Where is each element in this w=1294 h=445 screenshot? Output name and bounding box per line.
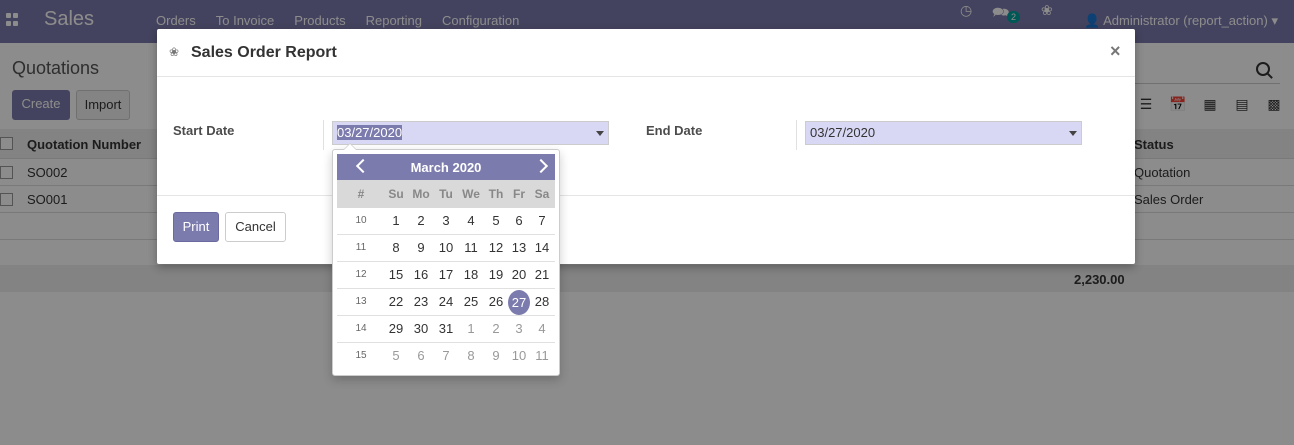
calendar-day[interactable]: 30 [410, 321, 432, 336]
weekday-label: Sa [534, 187, 550, 201]
week-number: 15 [355, 350, 367, 361]
datepicker-popup: March 2020 # Su Mo Tu We Th Fr Sa 10 1 2 3 4… [332, 143, 560, 376]
calendar-day[interactable]: 25 [460, 294, 482, 309]
calendar-day[interactable]: 23 [410, 294, 432, 309]
calendar-day[interactable]: 9 [485, 348, 507, 363]
end-date-label: End Date [646, 123, 703, 138]
calendar-day[interactable]: 11 [531, 348, 553, 363]
calendar-day[interactable]: 31 [435, 321, 457, 336]
calendar-day[interactable]: 3 [435, 213, 457, 228]
calendar-day[interactable]: 26 [485, 294, 507, 309]
dialog-title: Sales Order Report [191, 44, 337, 61]
start-date-value: 03/27/2020 [337, 125, 403, 140]
calendar-day[interactable]: 17 [435, 267, 457, 282]
start-date-label: Start Date [173, 123, 235, 138]
calendar-day[interactable]: 5 [385, 348, 407, 363]
caret-down-icon [1069, 131, 1077, 136]
caret-down-icon [596, 131, 604, 136]
calendar-day[interactable]: 24 [435, 294, 457, 309]
calendar-day-selected[interactable]: 27 [508, 290, 530, 315]
week-number: 12 [355, 269, 367, 280]
week-number: 11 [355, 242, 367, 253]
close-icon[interactable]: × [1110, 41, 1121, 62]
calendar-day[interactable]: 11 [460, 240, 482, 255]
chevron-left-icon[interactable] [355, 159, 369, 173]
weekday-header: # Su Mo Tu We Th Fr Sa [337, 180, 555, 208]
calendar-week-row: 13 22 23 24 25 26 27 28 [337, 289, 555, 316]
end-date-input[interactable]: 03/27/2020 [805, 121, 1082, 145]
debug-bug-icon: ❀ [169, 45, 180, 59]
calendar-day[interactable]: 22 [385, 294, 407, 309]
calendar-day[interactable]: 3 [508, 321, 530, 336]
popup-pointer [343, 143, 357, 150]
calendar-week-row: 15 5 6 7 8 9 10 11 [337, 343, 555, 370]
calendar-day[interactable]: 9 [410, 240, 432, 255]
weekday-label: Tu [439, 187, 453, 201]
calendar-day[interactable]: 1 [385, 213, 407, 228]
calendar-day[interactable]: 18 [460, 267, 482, 282]
weekday-label: Su [388, 187, 404, 201]
calendar-day[interactable]: 15 [385, 267, 407, 282]
calendar-day[interactable]: 7 [435, 348, 457, 363]
dialog-header: ❀ Sales Order Report × [157, 29, 1135, 77]
calendar-day[interactable]: 10 [435, 240, 457, 255]
calendar-day[interactable]: 1 [460, 321, 482, 336]
calendar-day[interactable]: 28 [531, 294, 553, 309]
calendar-day[interactable]: 16 [410, 267, 432, 282]
dialog-footer: Print Cancel [157, 195, 1135, 264]
calendar-day[interactable]: 20 [508, 267, 530, 282]
calendar-day[interactable]: 6 [410, 348, 432, 363]
weekday-label: Mo [412, 187, 430, 201]
chevron-right-icon[interactable] [535, 159, 549, 173]
cancel-button[interactable]: Cancel [225, 212, 286, 242]
end-date-value: 03/27/2020 [810, 125, 876, 140]
field-divider [796, 120, 797, 150]
datepicker-header: March 2020 [337, 154, 555, 180]
calendar-day[interactable]: 4 [531, 321, 553, 336]
weekday-label: We [462, 187, 480, 201]
week-number: 13 [355, 296, 367, 307]
week-number: 14 [355, 323, 367, 334]
calendar-day[interactable]: 8 [460, 348, 482, 363]
calendar-day[interactable]: 7 [531, 213, 553, 228]
calendar-week-row: 11 8 9 10 11 12 13 14 [337, 235, 555, 262]
calendar-day[interactable]: 14 [531, 240, 553, 255]
weekday-label: Th [488, 187, 504, 201]
calendar-week-row: 14 29 30 31 1 2 3 4 [337, 316, 555, 343]
calendar-day[interactable]: 12 [485, 240, 507, 255]
calendar-day[interactable]: 6 [508, 213, 530, 228]
month-year-switch[interactable]: March 2020 [337, 160, 555, 175]
calendar-day[interactable]: 29 [385, 321, 407, 336]
week-number: 10 [355, 215, 367, 226]
calendar-day[interactable]: 19 [485, 267, 507, 282]
report-dialog: ❀ Sales Order Report × Start Date 03/27/… [157, 29, 1135, 264]
calendar-week-row: 12 15 16 17 18 19 20 21 [337, 262, 555, 289]
start-date-input[interactable]: 03/27/2020 [332, 121, 609, 145]
calendar-day[interactable]: 21 [531, 267, 553, 282]
weekday-label: Fr [513, 187, 525, 201]
week-number-header: # [357, 187, 365, 201]
calendar-week-row: 10 1 2 3 4 5 6 7 [337, 208, 555, 235]
print-button[interactable]: Print [173, 212, 219, 242]
calendar-day[interactable]: 10 [508, 348, 530, 363]
field-divider [323, 120, 324, 150]
calendar-day[interactable]: 13 [508, 240, 530, 255]
calendar-day[interactable]: 2 [485, 321, 507, 336]
calendar-day[interactable]: 2 [410, 213, 432, 228]
calendar-day[interactable]: 8 [385, 240, 407, 255]
calendar-day[interactable]: 5 [485, 213, 507, 228]
calendar-day[interactable]: 4 [460, 213, 482, 228]
